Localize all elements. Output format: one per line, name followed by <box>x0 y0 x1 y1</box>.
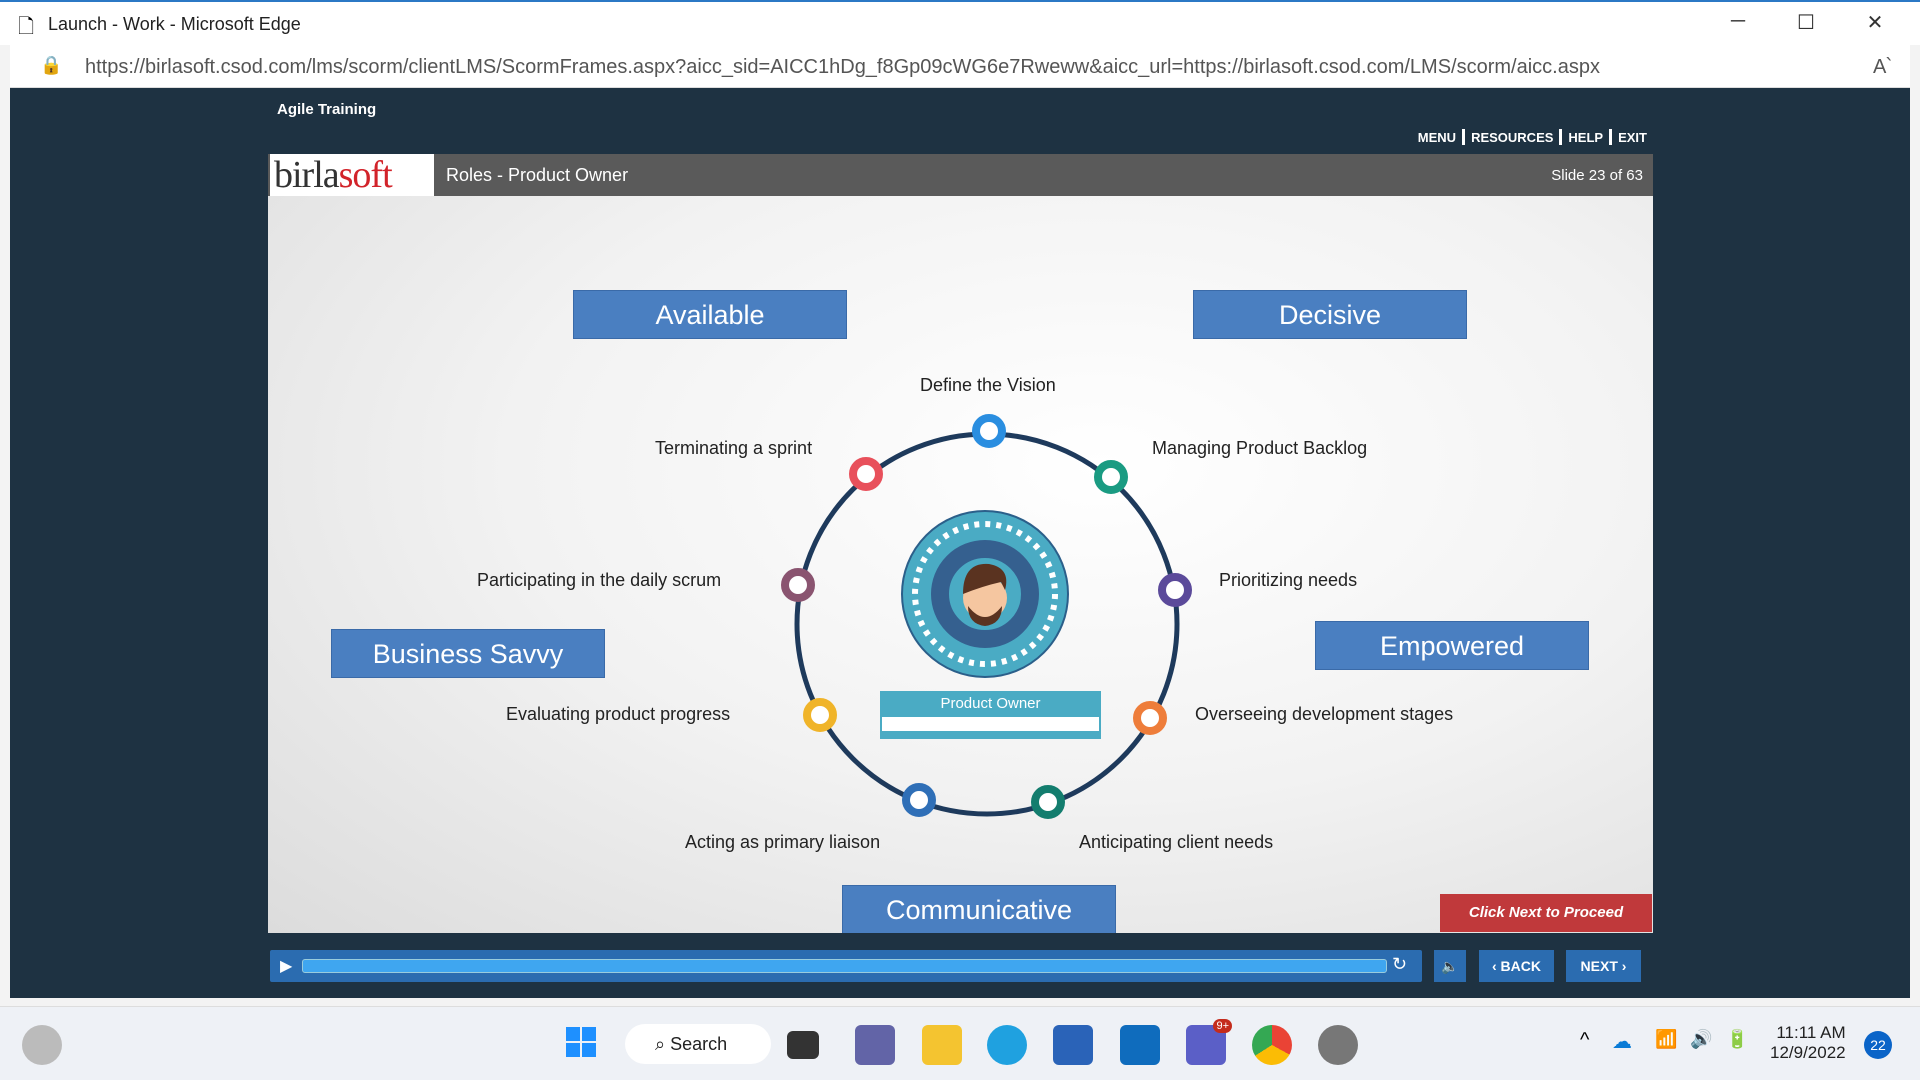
notification-badge[interactable]: 22 <box>1864 1031 1892 1059</box>
exit-link[interactable]: EXIT <box>1618 130 1647 145</box>
quality-communicative: Communicative <box>842 885 1116 933</box>
menu-link[interactable]: MENU <box>1418 130 1456 145</box>
time: 11:11 AM <box>1776 1023 1846 1042</box>
teams-badge: 9+ <box>1213 1019 1232 1033</box>
date: 12/9/2022 <box>1770 1043 1846 1062</box>
back-button[interactable]: ‹ BACK <box>1479 950 1554 982</box>
node-acting-liaison[interactable] <box>902 783 936 817</box>
product-owner-banner: Product Owner <box>880 691 1101 739</box>
close-button[interactable]: ✕ <box>1855 10 1895 35</box>
duty-label: Anticipating client needs <box>1079 832 1274 852</box>
divider <box>1559 129 1563 145</box>
maximize-button[interactable]: ☐ <box>1786 10 1826 35</box>
node-anticipating[interactable] <box>1031 785 1065 819</box>
taskbar: ⌕ Search 9+ ^ ☁ 📶 🔊 🔋 11:11 AM 12/9/2022 … <box>0 1006 1920 1080</box>
store-icon[interactable] <box>1053 1025 1093 1065</box>
url-text[interactable]: https://birlasoft.csod.com/lms/scorm/cli… <box>85 56 1600 79</box>
role-wheel <box>794 431 1180 817</box>
resources-link[interactable]: RESOURCES <box>1471 130 1553 145</box>
page-icon: 🗋 <box>18 16 35 38</box>
wifi-icon[interactable]: 📶 <box>1655 1029 1677 1050</box>
onedrive-icon[interactable]: ☁ <box>1612 1029 1632 1054</box>
slide: birlasoft Roles - Product Owner Slide 23… <box>268 154 1653 933</box>
node-overseeing[interactable] <box>1133 701 1167 735</box>
file-explorer-icon[interactable] <box>922 1025 962 1065</box>
search-button[interactable]: ⌕ Search <box>625 1024 771 1064</box>
duty-label: Terminating a sprint <box>655 438 813 458</box>
settings-icon[interactable] <box>1318 1025 1358 1065</box>
next-button[interactable]: NEXT › <box>1566 950 1641 982</box>
teams-chat-icon[interactable] <box>855 1025 895 1065</box>
volume-button[interactable]: 🔈 <box>1434 950 1466 982</box>
course-nav: MENU RESOURCES HELP EXIT <box>1418 129 1647 145</box>
window-title: Launch - Work - Microsoft Edge <box>48 14 301 34</box>
next-label: NEXT <box>1580 958 1618 974</box>
node-evaluating[interactable] <box>803 698 837 732</box>
battery-icon[interactable]: 🔋 <box>1726 1029 1748 1050</box>
show-hidden-icons[interactable]: ^ <box>1580 1029 1589 1052</box>
node-daily-scrum[interactable] <box>781 568 815 602</box>
task-view-icon[interactable] <box>787 1031 819 1059</box>
clock[interactable]: 11:11 AM 12/9/2022 <box>1770 1023 1846 1063</box>
back-label: BACK <box>1500 958 1541 974</box>
product-owner-label: Product Owner <box>940 695 1041 712</box>
proceed-prompt: Click Next to Proceed <box>1440 894 1652 932</box>
duty-label: Evaluating product progress <box>506 704 731 724</box>
replay-icon[interactable]: ↻ <box>1392 954 1407 975</box>
progress-slider[interactable] <box>302 959 1387 973</box>
quality-available: Available <box>573 290 847 339</box>
duty-label: Define the Vision <box>920 375 1056 395</box>
course-title: Agile Training <box>277 101 377 118</box>
chrome-icon[interactable] <box>1252 1025 1292 1065</box>
divider <box>1462 129 1466 145</box>
duty-label: Participating in the daily scrum <box>477 570 722 590</box>
search-label: Search <box>670 1034 728 1054</box>
teams-icon[interactable]: 9+ <box>1186 1019 1232 1065</box>
help-link[interactable]: HELP <box>1568 130 1603 145</box>
minimize-button[interactable]: ─ <box>1718 10 1758 33</box>
duty-label: Acting as primary liaison <box>685 832 881 852</box>
duty-label: Managing Product Backlog <box>1152 438 1368 458</box>
node-define-vision[interactable] <box>972 414 1006 448</box>
divider <box>1609 129 1613 145</box>
node-managing-backlog[interactable] <box>1094 460 1128 494</box>
playback-bar: ▶ ↻ <box>270 950 1422 982</box>
volume-icon[interactable]: 🔊 <box>1690 1029 1712 1050</box>
edge-icon[interactable] <box>987 1025 1027 1065</box>
address-bar[interactable]: 🔒 https://birlasoft.csod.com/lms/scorm/c… <box>10 45 1910 88</box>
quality-decisive: Decisive <box>1193 290 1467 339</box>
node-terminating[interactable] <box>849 457 883 491</box>
quality-empowered: Empowered <box>1315 621 1589 670</box>
banner-strip <box>882 717 1099 731</box>
read-aloud-icon[interactable]: A՝ <box>1873 54 1891 79</box>
play-icon[interactable]: ▶ <box>280 956 292 976</box>
quality-business-savvy: Business Savvy <box>331 629 605 678</box>
duty-label: Overseeing development stages <box>1195 704 1454 724</box>
outlook-icon[interactable] <box>1120 1025 1160 1065</box>
node-prioritizing[interactable] <box>1158 573 1192 607</box>
lock-icon: 🔒 <box>40 55 63 75</box>
widgets-icon[interactable] <box>22 1025 62 1065</box>
duty-label: Prioritizing needs <box>1219 570 1358 590</box>
start-icon[interactable] <box>566 1027 596 1057</box>
browser-title-bar: 🗋 Launch - Work - Microsoft Edge ─ ☐ ✕ <box>0 0 1920 45</box>
